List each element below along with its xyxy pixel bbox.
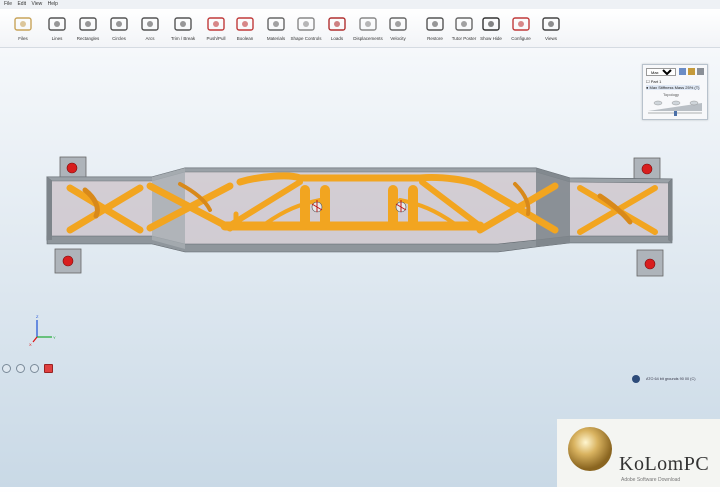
status-text: ATO 64 bit grounds 90 00 (C) (646, 377, 696, 381)
palette-icon[interactable] (688, 68, 695, 75)
menu-file[interactable]: File (4, 1, 12, 7)
tool-velocity[interactable]: Velocity (378, 11, 418, 47)
rectangles-icon (79, 17, 97, 31)
record-icon[interactable] (44, 364, 53, 373)
result-type-dropdown[interactable]: Max StiffFrac (646, 68, 676, 76)
restore-icon (426, 17, 444, 31)
tool-label: Velocity (390, 36, 406, 41)
mount-plate-top-left (59, 156, 87, 180)
status-globe-icon[interactable] (632, 375, 640, 383)
push-pull-icon (207, 17, 225, 31)
orb-icon (568, 427, 612, 471)
displacements-icon (359, 17, 377, 31)
views-icon (542, 17, 560, 31)
axis-triad: Z Y X (29, 314, 56, 347)
fit-view-icon[interactable] (30, 364, 39, 373)
zoom-out-icon[interactable] (16, 364, 25, 373)
result-label: Max Stiffness Mass 25% (T) (649, 85, 700, 90)
lock-icon: ● (646, 85, 649, 90)
menu-view[interactable]: View (31, 1, 42, 7)
analysis-explorer-panel: Max StiffFrac ☐ Part 1 ● Max Stiffness M… (642, 64, 708, 120)
tool-label: Views (545, 36, 557, 41)
tree-item-result[interactable]: ● Max Stiffness Mass 25% (T) (646, 85, 700, 90)
watermark: KoLomPC Adobe Software Download (557, 419, 720, 487)
shape-explorer-slider[interactable] (646, 97, 704, 117)
slider-thumb[interactable] (674, 111, 677, 116)
shape-controls-icon (297, 17, 315, 31)
toolbar-ribbon: Files Lines Rectangles Circles Arcs Trim / Br… (0, 9, 720, 48)
materials-icon (267, 17, 285, 31)
loads-icon (328, 17, 346, 31)
menu-edit[interactable]: Edit (17, 1, 26, 7)
menu-bar: File Edit View Help (0, 0, 720, 9)
boolean-icon (236, 17, 254, 31)
lines-icon (48, 17, 66, 31)
watermark-subtext: Adobe Software Download (621, 477, 681, 483)
mount-plate-bottom-right (636, 249, 664, 277)
trim-break-icon (174, 17, 192, 31)
axis-z-label: Z (36, 314, 39, 319)
configure-icon (512, 17, 530, 31)
tool-views[interactable]: Views (531, 11, 571, 47)
zoom-in-icon[interactable] (2, 364, 11, 373)
arcs-icon (141, 17, 159, 31)
settings-icon[interactable] (697, 68, 704, 75)
axis-y-label: Y (53, 335, 56, 340)
watermark-text: KoLomPC (619, 453, 710, 475)
files-icon (14, 17, 32, 31)
menu-help[interactable]: Help (48, 1, 58, 7)
velocity-icon (389, 17, 407, 31)
part-label: Part 1 (650, 79, 662, 84)
color-legend-icon[interactable] (679, 68, 686, 75)
checkbox-icon[interactable]: ☐ (646, 79, 650, 84)
mount-plate-top-right (633, 157, 661, 181)
axis-x-label: X (29, 342, 32, 347)
show-hide-icon (482, 17, 500, 31)
circles-icon (110, 17, 128, 31)
tree-item-part[interactable]: ☐ Part 1 (646, 79, 661, 84)
mount-plate-bottom-left (54, 248, 82, 274)
